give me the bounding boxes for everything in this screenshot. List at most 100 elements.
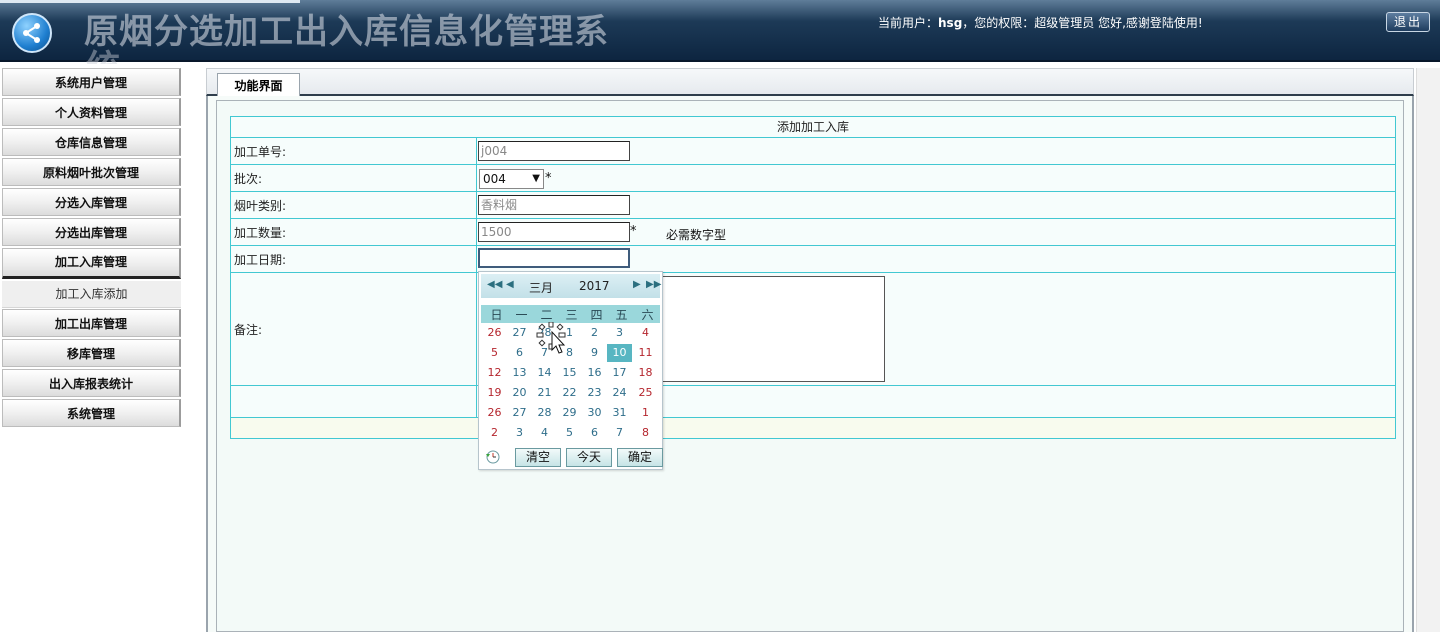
next-year-icon[interactable]: ▶▶ <box>646 279 661 290</box>
calendar-day[interactable]: 22 <box>557 384 582 402</box>
weekday-sun: 日 <box>490 308 503 322</box>
sidebar-item-system[interactable]: 系统管理 <box>2 399 181 427</box>
weekday-mon: 一 <box>515 308 528 322</box>
calendar-day[interactable]: 13 <box>507 364 532 382</box>
app-title: 原烟分选加工出入库信息化管理系 <box>84 12 609 52</box>
clock-icon[interactable] <box>485 450 501 464</box>
calendar-today-button[interactable]: 今天 <box>566 448 612 467</box>
weekday-wed: 三 <box>565 308 578 322</box>
calendar-day[interactable]: 28 <box>532 404 557 422</box>
weekday-fri: 五 <box>615 308 628 322</box>
sidebar-item-transfer[interactable]: 移库管理 <box>2 339 181 367</box>
sidebar-item-system-users[interactable]: 系统用户管理 <box>2 68 181 96</box>
calendar-day[interactable]: 1 <box>633 404 658 422</box>
calendar-day[interactable]: 6 <box>507 344 532 362</box>
chevron-down-icon: ▼ <box>532 173 540 184</box>
calendar-day[interactable]: 19 <box>482 384 507 402</box>
form-title-row: 添加加工入库 <box>231 117 1395 138</box>
batch-required-mark: * <box>545 171 552 186</box>
sidebar-item-profile[interactable]: 个人资料管理 <box>2 98 181 126</box>
order-no-label: 加工单号: <box>231 138 477 164</box>
calendar-day[interactable]: 6 <box>582 424 607 442</box>
calendar-day[interactable]: 30 <box>582 404 607 422</box>
calendar-day[interactable]: 26 <box>482 404 507 422</box>
calendar-day[interactable]: 16 <box>582 364 607 382</box>
calendar-day[interactable]: 31 <box>607 404 632 422</box>
calendar-day[interactable]: 4 <box>633 324 658 342</box>
calendar-day[interactable]: 8 <box>633 424 658 442</box>
calendar-day[interactable]: 26 <box>482 324 507 342</box>
username: hsg <box>938 16 963 30</box>
quantity-required-mark: * <box>630 224 637 239</box>
calendar-weekday-row: 日 一 二 三 四 五 六 <box>481 305 660 323</box>
calendar-ok-button[interactable]: 确定 <box>617 448 663 467</box>
app-logo-icon <box>12 13 52 53</box>
calendar-day[interactable]: 20 <box>507 384 532 402</box>
calendar-day[interactable]: 9 <box>582 344 607 362</box>
calendar-day[interactable]: 27 <box>507 324 532 342</box>
top-header: 原烟分选加工出入库信息化管理系 当前用户：hsg，您的权限：超级管理员 您好,感… <box>0 0 1440 62</box>
tab-bar: 功能界面 <box>206 68 1414 98</box>
weekday-thu: 四 <box>590 308 603 322</box>
calendar-day[interactable]: 14 <box>532 364 557 382</box>
prev-year-icon[interactable]: ◀◀ <box>487 279 502 290</box>
calendar-day[interactable]: 17 <box>607 364 632 382</box>
button-row <box>231 386 1395 418</box>
calendar-day[interactable]: 4 <box>532 424 557 442</box>
calendar-day[interactable]: 7 <box>607 424 632 442</box>
sidebar: 系统用户管理 个人资料管理 仓库信息管理 原料烟叶批次管理 分选入库管理 分选出… <box>0 64 182 632</box>
calendar-day[interactable]: 21 <box>532 384 557 402</box>
header-highlight <box>0 0 300 3</box>
weekday-tue: 二 <box>540 308 553 322</box>
sidebar-item-process-in[interactable]: 加工入库管理 <box>2 248 181 279</box>
user-label: 当前用户： <box>878 16 939 30</box>
sidebar-item-report[interactable]: 出入库报表统计 <box>2 369 181 397</box>
calendar-header: ◀◀ ◀ 三月 2017 ▶ ▶▶ <box>481 274 661 298</box>
date-input[interactable] <box>478 248 630 268</box>
submenu-item-process-in-add[interactable]: 加工入库添加 <box>2 281 181 308</box>
quantity-hint: 必需数字型 <box>666 228 727 242</box>
quantity-input[interactable]: 1500 <box>478 222 630 242</box>
calendar-day[interactable]: 15 <box>557 364 582 382</box>
calendar-day[interactable]: 10 <box>607 344 632 362</box>
calendar-month[interactable]: 三月 <box>529 279 553 296</box>
calendar-day[interactable]: 18 <box>633 364 658 382</box>
calendar-clear-button[interactable]: 清空 <box>515 448 561 467</box>
next-month-icon[interactable]: ▶ <box>633 279 641 290</box>
order-no-row: 加工单号: <box>231 138 1395 165</box>
sidebar-item-sort-out[interactable]: 分选出库管理 <box>2 218 181 246</box>
batch-select[interactable]: 004 ▼ <box>479 169 544 189</box>
sidebar-item-warehouse[interactable]: 仓库信息管理 <box>2 128 181 156</box>
quantity-row: 加工数量: <box>231 219 1395 246</box>
calendar-day[interactable]: 3 <box>607 324 632 342</box>
sidebar-item-raw-batch[interactable]: 原料烟叶批次管理 <box>2 158 181 186</box>
calendar-day[interactable]: 25 <box>633 384 658 402</box>
calendar-day[interactable]: 27 <box>507 404 532 422</box>
date-row: 加工日期: <box>231 246 1395 273</box>
calendar-day[interactable]: 5 <box>557 424 582 442</box>
order-no-input[interactable]: j004 <box>478 141 630 161</box>
date-picker-popup: ◀◀ ◀ 三月 2017 ▶ ▶▶ 日 一 二 三 四 五 六 26 27 28 1 2… <box>478 271 663 470</box>
sidebar-item-sort-in[interactable]: 分选入库管理 <box>2 188 181 216</box>
role-text: ，您的权限：超级管理员 您好,感谢登陆使用! <box>962 16 1203 30</box>
logout-button[interactable]: 退出 <box>1386 12 1430 32</box>
batch-select-value: 004 <box>483 172 506 186</box>
calendar-day[interactable]: 29 <box>557 404 582 422</box>
leaf-type-row: 烟叶类别: <box>231 192 1395 219</box>
leaf-type-input[interactable]: 香料烟 <box>478 195 630 215</box>
tab-function[interactable]: 功能界面 <box>217 73 300 98</box>
calendar-day[interactable]: 2 <box>582 324 607 342</box>
busy-cursor-icon <box>536 322 566 354</box>
calendar-day[interactable]: 23 <box>582 384 607 402</box>
calendar-day[interactable]: 2 <box>482 424 507 442</box>
calendar-day[interactable]: 3 <box>507 424 532 442</box>
calendar-year[interactable]: 2017 <box>579 279 610 293</box>
vertical-scrollbar[interactable] <box>1416 68 1440 632</box>
quantity-label: 加工数量: <box>231 219 477 245</box>
sidebar-item-process-out[interactable]: 加工出库管理 <box>2 309 181 337</box>
calendar-day[interactable]: 12 <box>482 364 507 382</box>
calendar-day[interactable]: 24 <box>607 384 632 402</box>
prev-month-icon[interactable]: ◀ <box>506 279 514 290</box>
calendar-day[interactable]: 5 <box>482 344 507 362</box>
calendar-day[interactable]: 11 <box>633 344 658 362</box>
